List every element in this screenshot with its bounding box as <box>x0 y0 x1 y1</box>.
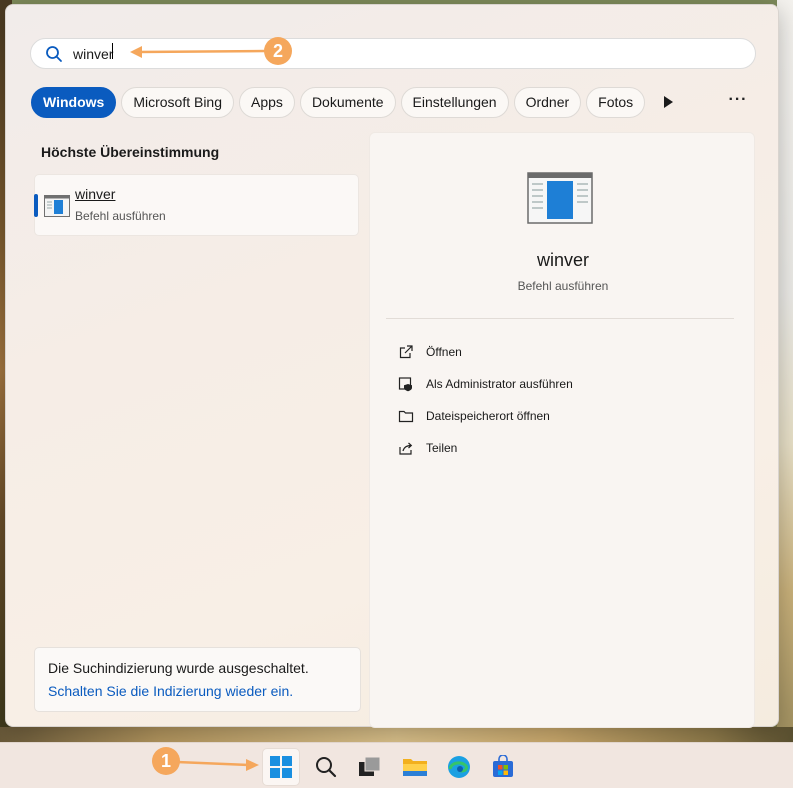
play-icon[interactable] <box>661 95 675 109</box>
search-icon <box>46 45 62 62</box>
window-app-icon <box>44 195 70 217</box>
detail-subtitle: Befehl ausführen <box>517 279 609 293</box>
action-label: Öffnen <box>426 345 462 359</box>
share-icon <box>399 442 413 455</box>
detail-pane: winver Befehl ausführen Öffnen Als Admin… <box>369 132 755 728</box>
enable-indexing-link[interactable]: Schalten Sie die Indizierung wieder ein. <box>48 683 347 699</box>
edge-icon <box>448 756 470 778</box>
start-icon <box>270 756 292 778</box>
action-run-as-admin[interactable]: Als Administrator ausführen <box>398 374 573 394</box>
chip-apps[interactable]: Apps <box>239 86 295 118</box>
file-explorer-icon <box>403 759 427 776</box>
action-open-file-location[interactable]: Dateispeicherort öffnen <box>398 406 550 426</box>
annotation-arrow-2 <box>130 46 267 58</box>
action-share[interactable]: Teilen <box>398 438 457 458</box>
chip-ordner[interactable]: Ordner <box>513 86 582 118</box>
wallpaper-strip <box>0 727 793 742</box>
wallpaper-right <box>777 0 793 740</box>
edge-button[interactable] <box>440 748 478 786</box>
text-caret <box>112 43 113 59</box>
chip-fotos[interactable]: Fotos <box>586 86 646 118</box>
action-label: Dateispeicherort öffnen <box>426 409 550 423</box>
filter-chips: Windows Microsoft Bing Apps Dokumente Ei… <box>31 86 650 118</box>
taskbar-search-button[interactable] <box>307 748 345 786</box>
selection-indicator <box>34 194 38 217</box>
open-external-icon <box>399 345 413 359</box>
action-label: Als Administrator ausführen <box>426 377 573 391</box>
window-app-icon <box>527 172 593 224</box>
task-view-button[interactable] <box>351 748 389 786</box>
divider <box>386 318 734 319</box>
action-open[interactable]: Öffnen <box>398 342 462 362</box>
folder-icon <box>398 410 414 423</box>
annotation-arrow-1 <box>176 759 259 771</box>
indexing-notice: Die Suchindizierung wurde ausgeschaltet.… <box>34 647 361 712</box>
annotation-badge-1: 1 <box>152 747 180 775</box>
best-match-heading: Höchste Übereinstimmung <box>41 144 220 160</box>
search-panel: Windows Microsoft Bing Apps Dokumente Ei… <box>5 4 779 728</box>
best-match-result[interactable]: winver Befehl ausführen <box>34 174 359 236</box>
taskbar <box>0 742 793 788</box>
file-explorer-button[interactable] <box>396 748 434 786</box>
best-match-subtitle: Befehl ausführen <box>75 209 166 223</box>
admin-shield-icon <box>398 377 412 392</box>
ellipsis-icon[interactable]: ··· <box>726 91 750 111</box>
annotation-badge-2: 2 <box>264 37 292 65</box>
task-view-icon <box>359 756 381 776</box>
action-label: Teilen <box>426 441 458 455</box>
best-match-title: winver <box>75 186 116 202</box>
indexing-notice-text: Die Suchindizierung wurde ausgeschaltet. <box>48 660 309 676</box>
start-button[interactable] <box>262 748 300 786</box>
chip-dokumente[interactable]: Dokumente <box>299 86 396 118</box>
store-button[interactable] <box>484 748 522 786</box>
store-icon <box>493 755 513 777</box>
chip-einstellungen[interactable]: Einstellungen <box>400 86 509 118</box>
search-icon <box>316 757 337 778</box>
chip-microsoft-bing[interactable]: Microsoft Bing <box>121 86 235 118</box>
chip-windows[interactable]: Windows <box>31 86 117 118</box>
detail-title: winver <box>536 250 589 270</box>
